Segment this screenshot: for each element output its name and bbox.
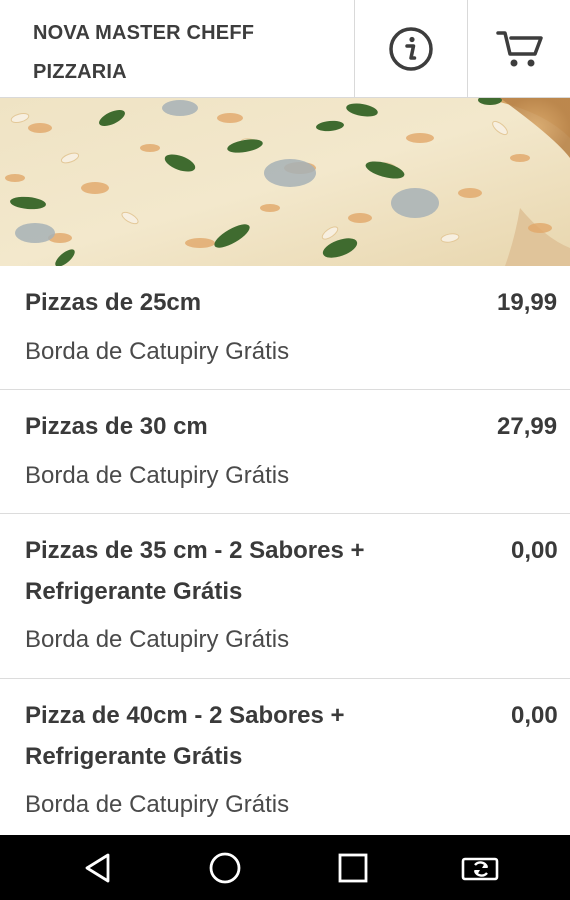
item-price: 27,99 [497,413,558,440]
back-triangle-icon [85,853,110,882]
item-title: Pizzas de 25cm [25,289,202,316]
info-button[interactable] [354,0,467,97]
back-button[interactable] [58,835,138,900]
item-title-line1: Pizza de 40cm - 2 Sabores + [25,702,345,729]
app-header: NOVA MASTER CHEFF PIZZARIA [0,0,570,98]
item-description: Borda de Catupiry Grátis [25,791,290,818]
menu-item-pizza-30cm[interactable]: Pizzas de 30 cm 27,99 Borda de Catupiry … [0,390,570,514]
item-description: Borda de Catupiry Grátis [25,338,290,365]
restaurant-name-line2: PIZZARIA [33,61,127,83]
item-title-line1: Pizzas de 35 cm - 2 Sabores + [25,537,365,564]
item-title: Pizzas de 35 cm - 2 Sabores + Refrigeran… [25,530,445,612]
info-circle-icon [389,26,433,71]
restaurant-name-line1: NOVA MASTER CHEFF [33,22,255,44]
home-circle-icon [209,852,241,883]
item-title: Pizzas de 30 cm [25,413,208,440]
recents-square-icon [338,853,368,882]
shopping-cart-icon [495,30,543,66]
menu-item-pizza-35cm[interactable]: Pizzas de 35 cm - 2 Sabores + Refrigeran… [0,514,570,679]
home-button[interactable] [185,835,265,900]
item-price: 19,99 [497,289,558,316]
item-title-line2: Refrigerante Grátis [25,578,243,605]
recents-button[interactable] [313,835,393,900]
cart-button[interactable] [467,0,570,97]
item-description: Borda de Catupiry Grátis [25,626,290,653]
system-navigation-bar [0,835,570,900]
restaurant-name: NOVA MASTER CHEFF PIZZARIA [33,14,333,92]
screen-rotate-icon [461,857,499,880]
menu-list: Pizzas de 25cm 19,99 Borda de Catupiry G… [0,266,570,839]
item-description: Borda de Catupiry Grátis [25,462,290,489]
item-title-line2: Refrigerante Grátis [25,743,243,770]
menu-item-pizza-25cm[interactable]: Pizzas de 25cm 19,99 Borda de Catupiry G… [0,266,570,390]
rotate-screen-button[interactable] [441,835,521,900]
pizza-banner-image [0,98,570,266]
item-price: 0,00 [511,537,558,564]
item-title: Pizza de 40cm - 2 Sabores + Refrigerante… [25,695,445,777]
menu-item-pizza-40cm[interactable]: Pizza de 40cm - 2 Sabores + Refrigerante… [0,679,570,839]
item-price: 0,00 [511,702,558,729]
